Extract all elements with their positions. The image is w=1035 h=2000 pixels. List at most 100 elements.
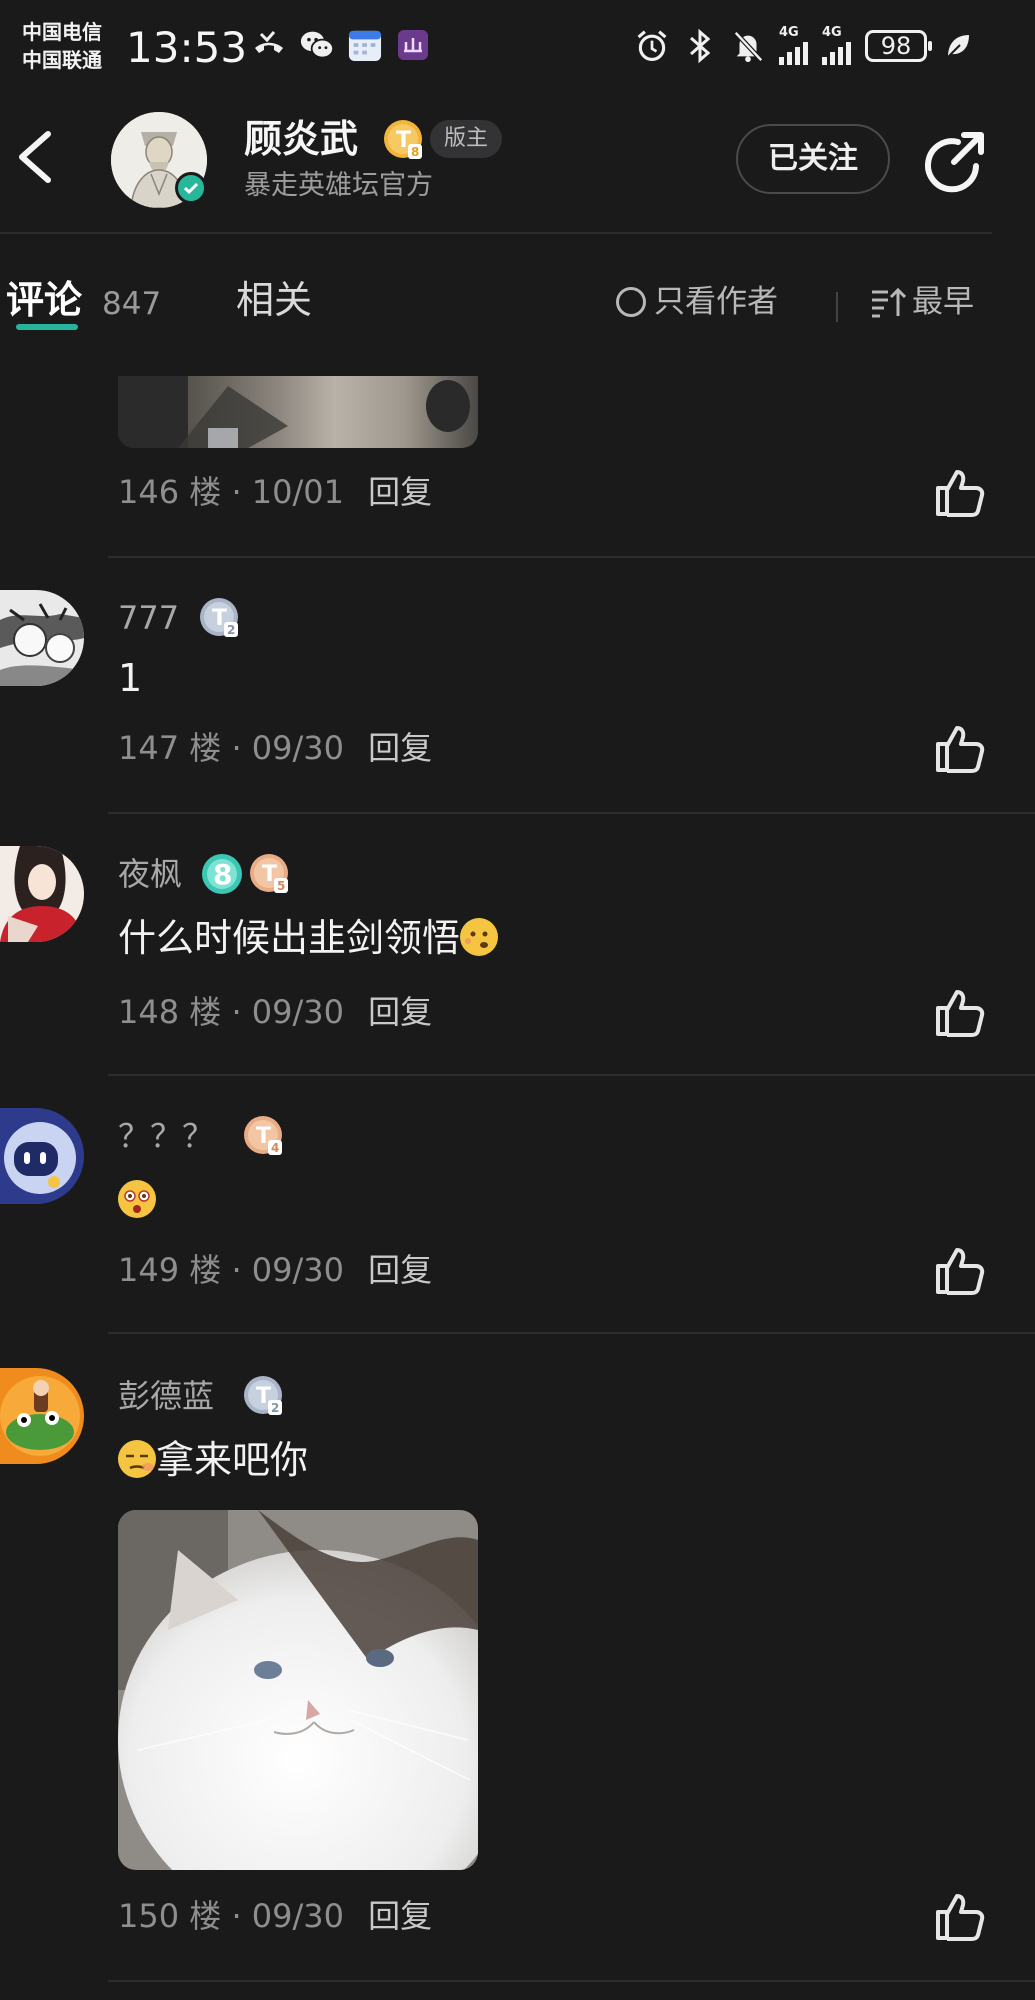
follow-button[interactable]: 已关注 bbox=[736, 124, 890, 194]
thumbs-up-icon bbox=[936, 990, 985, 1037]
thumbs-up-icon bbox=[936, 726, 985, 773]
svg-text:4: 4 bbox=[271, 1141, 279, 1155]
bluetooth-icon bbox=[683, 28, 717, 63]
frog-avatar-icon bbox=[0, 1368, 84, 1464]
comment-meta: 148 楼 · 09/30 回复 bbox=[118, 993, 433, 1031]
signal-bars-icon bbox=[779, 39, 808, 65]
comment-text: 1 bbox=[118, 656, 143, 700]
comment-date: 10/01 bbox=[251, 473, 344, 511]
svg-text:2: 2 bbox=[227, 623, 235, 637]
notification-icons bbox=[252, 28, 430, 62]
comment-meta: 146 楼 · 10/01 回复 bbox=[118, 473, 433, 511]
manga-avatar-icon bbox=[0, 590, 84, 686]
wechat-icon bbox=[300, 28, 334, 62]
author-name[interactable]: 顾炎武 bbox=[244, 114, 358, 164]
comment-date: 09/30 bbox=[251, 729, 344, 767]
post-header: 顾炎武 T 8 版主 暴走英雄坛官方 已关注 bbox=[0, 100, 1035, 232]
like-button[interactable] bbox=[934, 988, 986, 1038]
photo-partial bbox=[118, 376, 470, 448]
surprised-emoji-icon bbox=[118, 1180, 156, 1218]
app-notification-icon bbox=[396, 28, 430, 62]
author-subtitle: 暴走英雄坛官方 bbox=[244, 170, 433, 201]
network-type-2: 4G bbox=[822, 25, 842, 40]
comment-date: 09/30 bbox=[251, 1897, 344, 1935]
comment-text bbox=[118, 1174, 156, 1226]
clock: 13:53 bbox=[126, 23, 248, 72]
character-avatar-icon bbox=[0, 846, 84, 942]
mute-bell-icon bbox=[731, 29, 765, 63]
active-tab-indicator bbox=[16, 324, 78, 330]
tab-related[interactable]: 相关 bbox=[236, 276, 312, 324]
header-divider bbox=[0, 232, 992, 234]
level-badge-icon: T 8 bbox=[382, 118, 426, 166]
bronze-level-badge-icon: T 4 bbox=[242, 1114, 286, 1162]
comment-count: 847 bbox=[102, 286, 162, 322]
like-button[interactable] bbox=[934, 1246, 986, 1296]
comment-divider bbox=[108, 1980, 1035, 1982]
user-avatar[interactable] bbox=[0, 590, 84, 686]
share-button[interactable] bbox=[920, 126, 990, 196]
comment-image[interactable] bbox=[118, 1510, 478, 1870]
floor-number: 150 楼 bbox=[118, 1897, 222, 1935]
share-icon bbox=[925, 132, 984, 193]
vip-badge-icon: 8 bbox=[200, 852, 244, 900]
thumbs-up-icon bbox=[936, 1894, 985, 1941]
comment-date: 09/30 bbox=[251, 1251, 344, 1289]
vip-badge-number: 8 bbox=[213, 858, 232, 891]
smirk-emoji-icon bbox=[460, 918, 499, 956]
verified-badge-icon bbox=[175, 172, 207, 204]
user-avatar[interactable] bbox=[0, 846, 84, 942]
reply-button[interactable]: 回复 bbox=[368, 1897, 432, 1935]
back-button[interactable] bbox=[12, 126, 62, 188]
comment-divider bbox=[108, 1074, 1035, 1076]
floor-number: 147 楼 bbox=[118, 729, 222, 767]
username[interactable]: 夜枫 bbox=[118, 852, 182, 896]
username[interactable]: 777 bbox=[118, 596, 179, 640]
filter-separator bbox=[836, 292, 838, 322]
comment-text: 什么时候出韭剑领悟 bbox=[118, 912, 499, 964]
comment-tabs: 评论 847 相关 只看作者 最早 bbox=[0, 262, 1035, 342]
system-icons: 4G 4G 98 bbox=[635, 26, 975, 65]
signal-2: 4G bbox=[822, 26, 851, 65]
user-avatar[interactable] bbox=[0, 1368, 84, 1464]
comment-divider bbox=[108, 556, 1035, 558]
sort-label: 最早 bbox=[912, 284, 974, 320]
back-arrow-icon bbox=[19, 131, 51, 183]
carrier-info: 中国电信 中国联通 bbox=[22, 18, 102, 74]
status-bar: 中国电信 中国联通 13:53 4G 4G 98 bbox=[0, 0, 1035, 100]
reply-button[interactable]: 回复 bbox=[368, 473, 432, 511]
like-button[interactable] bbox=[934, 1892, 986, 1942]
like-button[interactable] bbox=[934, 468, 986, 518]
comment-divider bbox=[108, 812, 1035, 814]
username[interactable]: 彭德蓝 bbox=[118, 1374, 214, 1418]
tab-comments[interactable]: 评论 bbox=[6, 276, 82, 324]
user-avatar[interactable] bbox=[0, 1108, 84, 1204]
smug-emoji-icon bbox=[118, 1440, 156, 1478]
calendar-icon bbox=[348, 28, 382, 62]
silver-level-badge-icon: T 2 bbox=[242, 1374, 286, 1422]
like-button[interactable] bbox=[934, 724, 986, 774]
svg-text:8: 8 bbox=[411, 145, 419, 159]
comment-date: 09/30 bbox=[251, 993, 344, 1031]
comment-image[interactable] bbox=[118, 376, 478, 448]
username[interactable]: ？？？ bbox=[118, 1114, 214, 1158]
only-author-label: 只看作者 bbox=[654, 284, 778, 320]
missed-call-icon bbox=[252, 28, 286, 62]
reply-button[interactable]: 回复 bbox=[368, 1251, 432, 1289]
comment-text: 拿来吧你 bbox=[118, 1434, 308, 1486]
only-author-toggle[interactable]: 只看作者 bbox=[616, 280, 778, 324]
sort-icon bbox=[872, 287, 906, 318]
sort-toggle[interactable]: 最早 bbox=[870, 280, 974, 324]
battery-indicator: 98 bbox=[865, 29, 932, 62]
signal-1: 4G bbox=[779, 26, 808, 65]
reply-button[interactable]: 回复 bbox=[368, 729, 432, 767]
floor-number: 146 楼 bbox=[118, 473, 222, 511]
svg-text:2: 2 bbox=[271, 1401, 279, 1415]
leaf-icon bbox=[941, 29, 975, 63]
reply-button[interactable]: 回复 bbox=[368, 993, 432, 1031]
thumbs-up-icon bbox=[936, 470, 985, 517]
silver-level-badge-icon: T 2 bbox=[198, 596, 242, 644]
network-type-1: 4G bbox=[779, 25, 799, 40]
carrier-2: 中国联通 bbox=[22, 48, 102, 72]
comment-divider bbox=[108, 1332, 1035, 1334]
